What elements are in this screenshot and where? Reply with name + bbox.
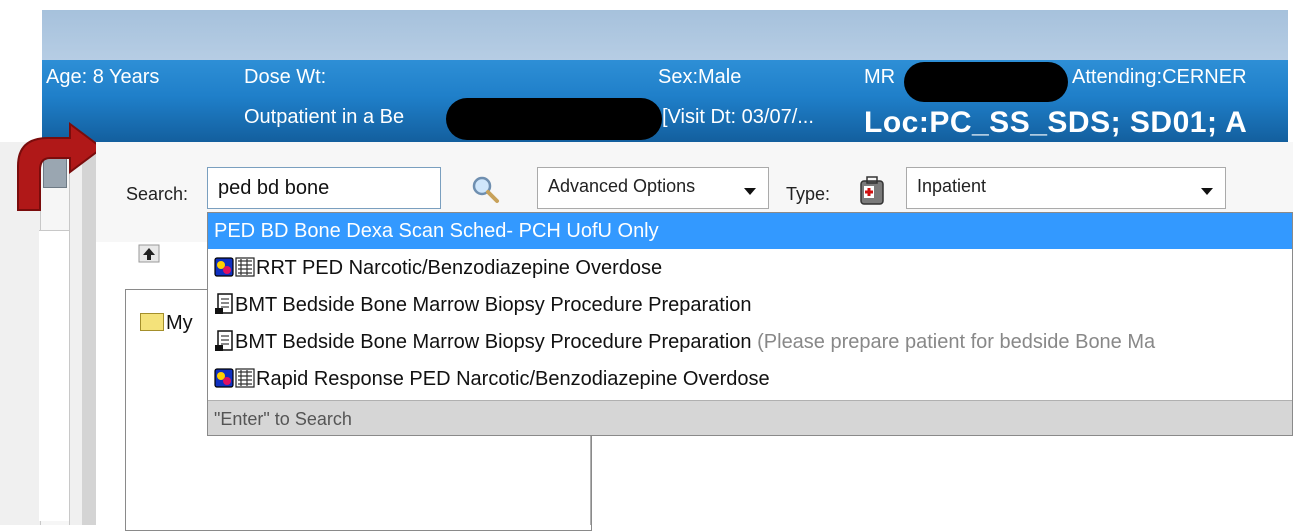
search-suggestions-dropdown: PED BD Bone Dexa Scan Sched- PCH UofU On…: [207, 212, 1293, 436]
patient-banner: Age: 8 Years Dose Wt: Sex:Male MR Attend…: [42, 60, 1288, 142]
suggestion-item[interactable]: BMT Bedside Bone Marrow Biopsy Procedure…: [208, 324, 1292, 360]
patient-age: Age: 8 Years: [46, 66, 160, 88]
chevron-down-icon: [744, 188, 756, 195]
folder-up-icon[interactable]: [138, 242, 160, 264]
redacted-mrn: [904, 62, 1068, 102]
tree-folder-label: My: [166, 312, 193, 334]
chevron-down-icon: [1201, 188, 1213, 195]
suggestion-hint: (Please prepare patient for bedside Bone…: [751, 331, 1156, 353]
suggestion-item[interactable]: BMT Bedside Bone Marrow Biopsy Procedure…: [208, 287, 1292, 323]
advanced-options-dropdown[interactable]: Advanced Options: [537, 167, 769, 209]
plan-icon: [214, 368, 234, 388]
suggestion-item[interactable]: PED BD Bone Dexa Scan Sched- PCH UofU On…: [208, 213, 1292, 249]
encounter-type-dropdown[interactable]: Inpatient: [906, 167, 1226, 209]
plan-icon: [214, 257, 234, 277]
suggestion-label: Rapid Response PED Narcotic/Benzodiazepi…: [256, 368, 770, 390]
patient-sex: Sex:Male: [658, 66, 742, 88]
redacted-encounter: [446, 98, 662, 140]
suggestion-label: BMT Bedside Bone Marrow Biopsy Procedure…: [235, 331, 752, 353]
medical-kit-icon: [860, 176, 884, 205]
search-label: Search:: [126, 184, 189, 204]
suggestion-label: RRT PED Narcotic/Benzodiazepine Overdose: [256, 257, 663, 279]
advanced-options-label: Advanced Options: [548, 176, 696, 196]
suggestion-item[interactable]: Rapid Response PED Narcotic/Benzodiazepi…: [208, 361, 1292, 397]
enter-to-search-hint[interactable]: "Enter" to Search: [208, 400, 1292, 435]
encounter-type: Outpatient in a Be: [244, 106, 405, 128]
suggestion-label: BMT Bedside Bone Marrow Biopsy Procedure…: [235, 294, 752, 316]
care-set-icon: [235, 257, 255, 277]
order-sheet-icon: [215, 293, 233, 314]
attending-physician: Attending:CERNER: [1072, 66, 1247, 88]
patient-location: Loc:PC_SS_SDS; SD01; A: [864, 106, 1248, 139]
tree-folder-item[interactable]: My: [140, 312, 193, 335]
search-input[interactable]: [207, 167, 441, 209]
suggestion-item[interactable]: RRT PED Narcotic/Benzodiazepine Overdose: [208, 250, 1292, 286]
mrn-label: MR: [864, 66, 896, 88]
visit-date: [Visit Dt: 03/07/...: [662, 106, 814, 128]
dose-weight: Dose Wt:: [244, 66, 327, 88]
type-label: Type:: [786, 184, 831, 204]
order-sheet-icon: [215, 330, 233, 351]
red-arrow-annotation-icon: [17, 122, 104, 211]
folder-icon: [140, 313, 164, 331]
care-set-icon: [235, 368, 255, 388]
banner-top-strip: [42, 10, 1288, 60]
suggestion-label: PED BD Bone Dexa Scan Sched- PCH UofU On…: [214, 220, 659, 242]
magnifier-icon[interactable]: [470, 174, 500, 204]
encounter-type-value: Inpatient: [917, 176, 987, 196]
left-frame-body: [39, 230, 69, 521]
